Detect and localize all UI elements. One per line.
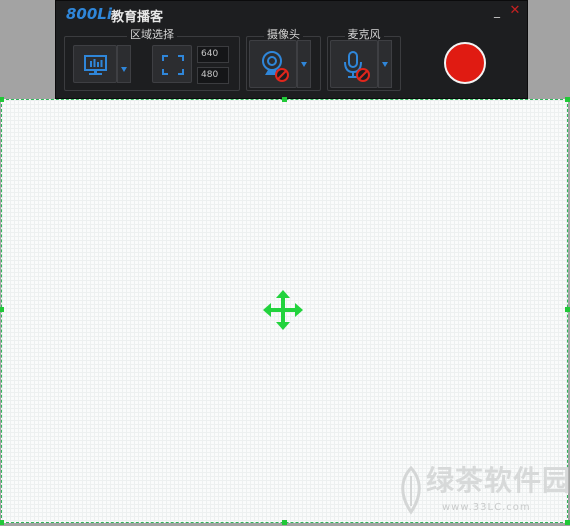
resize-handle-top-left[interactable]: [0, 97, 4, 102]
watermark-text: 绿茶软件园: [426, 464, 570, 497]
microphone-dropdown[interactable]: [378, 40, 392, 88]
resize-handle-top-right[interactable]: [565, 97, 570, 102]
move-cursor-icon[interactable]: [263, 290, 303, 330]
camera-dropdown[interactable]: [297, 40, 311, 88]
region-select-label: 区域选择: [127, 28, 177, 41]
monitor-icon: [84, 55, 107, 75]
screen-select-dropdown[interactable]: [117, 45, 131, 83]
watermark: 绿茶软件园 www.33LC.com: [398, 464, 570, 524]
resize-handle-top[interactable]: [282, 97, 287, 102]
resize-handle-right[interactable]: [565, 307, 570, 312]
chevron-down-icon: [301, 62, 307, 67]
resize-handle-bottom-left[interactable]: [0, 520, 4, 525]
microphone-icon: [344, 51, 370, 82]
microphone-group: 麦克风: [327, 28, 401, 91]
app-logo: 800Li: [66, 5, 113, 23]
chevron-down-icon: [121, 67, 127, 72]
height-field[interactable]: 480: [197, 67, 229, 84]
close-button[interactable]: ✕: [509, 4, 521, 18]
fullscreen-icon: [162, 55, 184, 75]
region-select-group: 区域选择 640 480: [64, 28, 240, 91]
chevron-down-icon: [382, 62, 388, 67]
microphone-toggle-button[interactable]: [330, 40, 378, 88]
app-title: 教育播客: [111, 10, 164, 25]
leaf-logo-icon: [401, 466, 421, 515]
record-button[interactable]: [444, 42, 486, 84]
width-field[interactable]: 640: [197, 46, 229, 63]
resize-handle-bottom[interactable]: [282, 520, 287, 525]
minimize-button[interactable]: _: [491, 4, 503, 18]
camera-group: 摄像头: [246, 28, 321, 91]
webcam-icon: [262, 51, 289, 82]
screen-select-button[interactable]: [73, 45, 117, 83]
title-bar[interactable]: 800Li 教育播客 _ ✕: [56, 1, 527, 27]
fullscreen-select-button[interactable]: [152, 45, 192, 83]
recorder-toolbar: 800Li 教育播客 _ ✕ 区域选择 640 480 摄像头 麦克风: [55, 0, 528, 99]
watermark-url: www.33LC.com: [442, 502, 531, 513]
camera-toggle-button[interactable]: [249, 40, 297, 88]
resize-handle-left[interactable]: [0, 307, 4, 312]
